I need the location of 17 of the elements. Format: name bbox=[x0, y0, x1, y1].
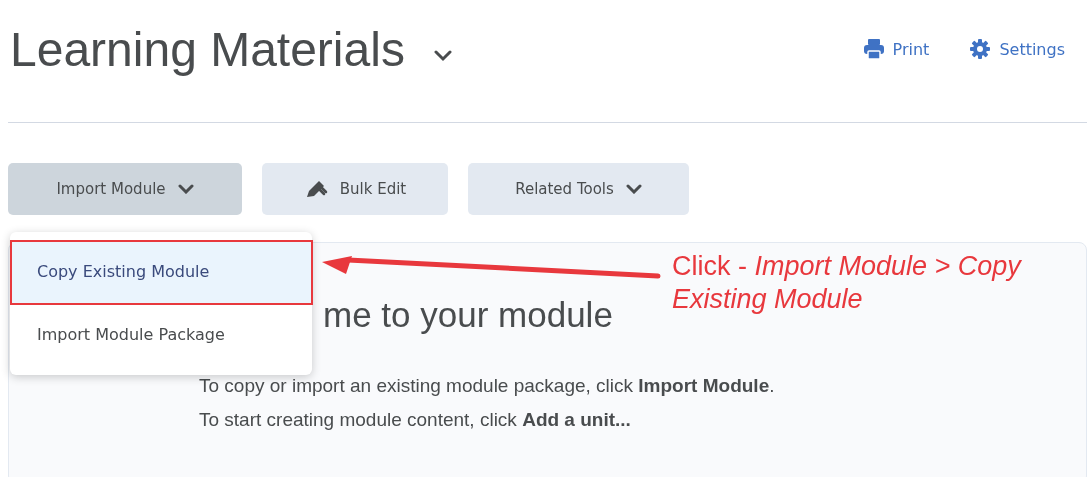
instruction-text: To copy or import an existing module package, click Import Module. bbox=[199, 374, 776, 398]
instruction-text: To start creating module content, click Add a unit... bbox=[199, 408, 632, 432]
chevron-down-icon[interactable] bbox=[432, 50, 453, 62]
page-title: Learning Materials bbox=[10, 21, 405, 77]
toolbar-button[interactable]: Related Tools bbox=[468, 163, 689, 215]
header-link[interactable]: Settings bbox=[969, 38, 1065, 60]
annotation-text: Click - Import Module > Copy Existing Module bbox=[672, 250, 1023, 316]
menu-item[interactable]: Copy Existing Module bbox=[10, 240, 312, 303]
chevron-down-icon bbox=[177, 184, 194, 194]
printer-icon bbox=[862, 38, 885, 60]
gear-icon bbox=[969, 38, 992, 60]
toolbar-button[interactable]: Bulk Edit bbox=[262, 163, 448, 215]
menu-item[interactable]: Import Module Package bbox=[10, 303, 312, 366]
header-link[interactable]: Print bbox=[862, 38, 930, 60]
module-heading: me to your module bbox=[323, 295, 613, 335]
toolbar-button[interactable]: Import Module bbox=[8, 163, 242, 215]
chevron-down-icon bbox=[625, 184, 642, 194]
